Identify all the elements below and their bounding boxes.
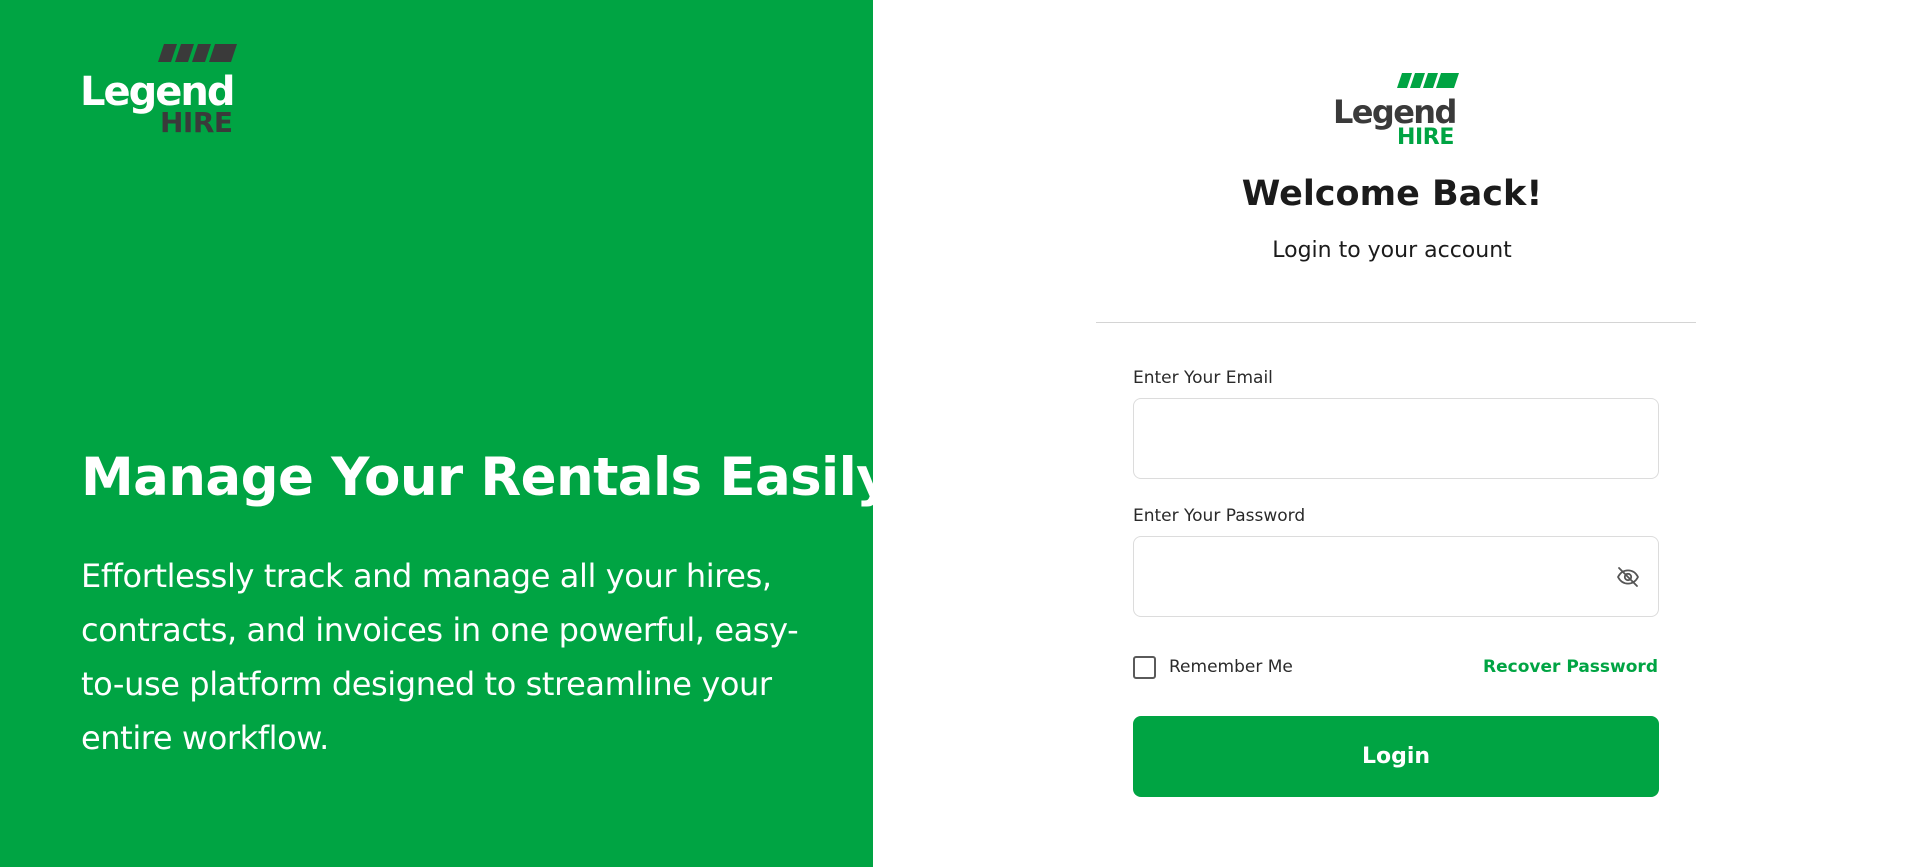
- password-label: Enter Your Password: [1133, 506, 1306, 526]
- divider: [1096, 322, 1696, 323]
- login-button[interactable]: Login: [1133, 716, 1659, 797]
- password-field[interactable]: [1133, 536, 1659, 617]
- logo-stripes-icon: [1397, 73, 1459, 88]
- email-label: Enter Your Email: [1133, 368, 1273, 388]
- logo-sub: HIRE: [1397, 125, 1454, 145]
- welcome-heading: Welcome Back!: [1241, 174, 1543, 214]
- brand-logo: Legend HIRE: [80, 44, 240, 134]
- logo-stripes-icon: [158, 44, 237, 62]
- remember-label: Remember Me: [1169, 657, 1293, 677]
- recover-password-link[interactable]: Recover Password: [1483, 656, 1658, 678]
- hero-description: Effortlessly track and manage all your h…: [81, 557, 799, 757]
- remember-checkbox[interactable]: [1133, 655, 1156, 679]
- hero-panel: Legend HIRE Manage Your Rentals Easily E…: [0, 0, 891, 867]
- logo-sub: HIRE: [160, 106, 233, 134]
- remember-me[interactable]: Remember Me: [1133, 655, 1293, 679]
- eye-off-icon[interactable]: [1616, 565, 1640, 589]
- login-subheading: Login to your account: [1272, 238, 1512, 263]
- hero-title: Manage Your Rentals Easily: [81, 447, 891, 508]
- email-field[interactable]: [1133, 398, 1659, 479]
- login-logo: Legend HIRE: [1333, 73, 1463, 145]
